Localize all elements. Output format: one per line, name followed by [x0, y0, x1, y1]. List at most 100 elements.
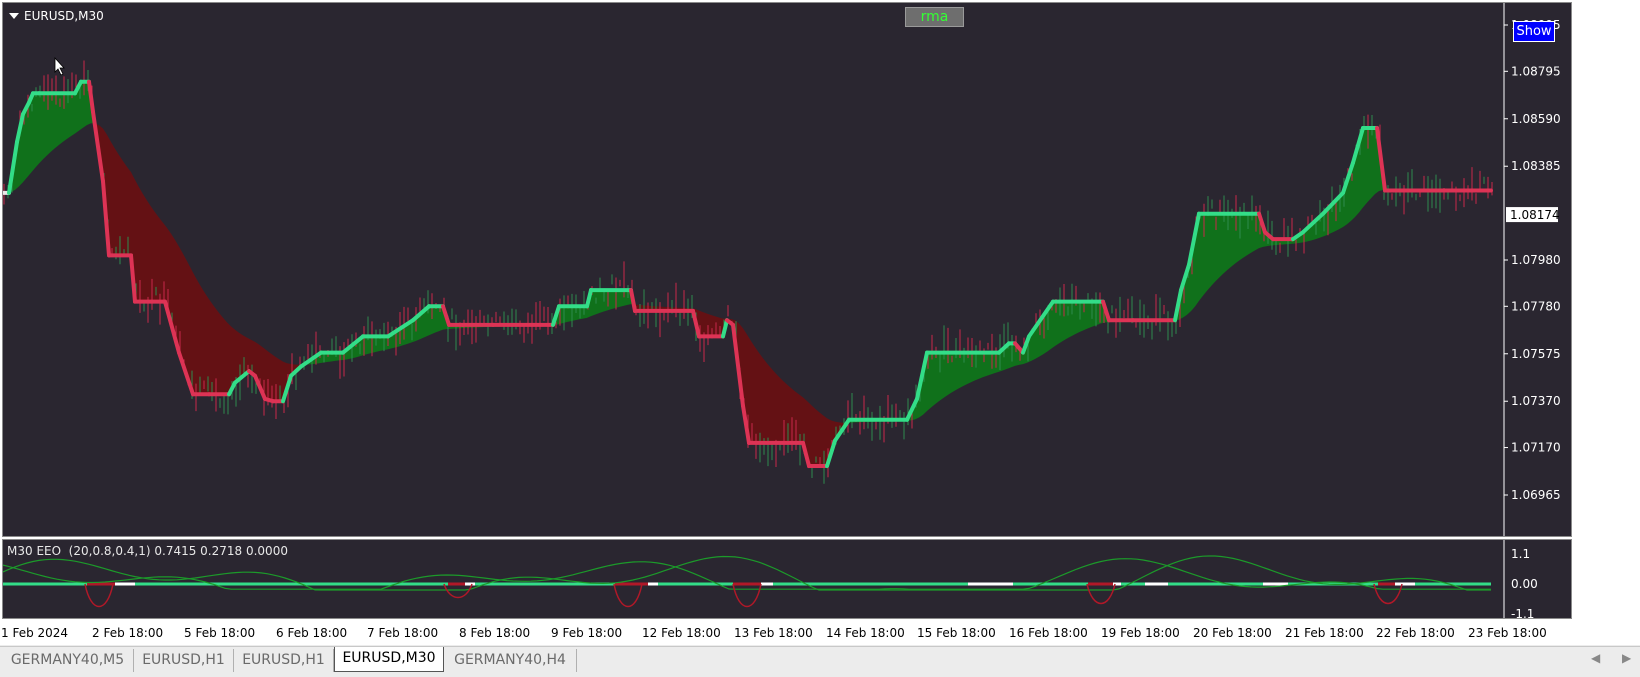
time-label: 5 Feb 18:00	[184, 626, 255, 640]
cloud-bull-segment	[1199, 214, 1203, 301]
cloud-bull-segment	[955, 353, 959, 391]
scroll-right-icon[interactable]: ▶	[1622, 651, 1631, 665]
cloud-bull-segment	[435, 306, 439, 332]
price-chart-pane[interactable]: 1.089951.087951.085901.083851.079801.077…	[2, 2, 1572, 537]
cloud-bull-segment	[987, 353, 991, 376]
cloud-bull-segment	[611, 290, 615, 309]
cloud-bear-segment	[195, 276, 199, 394]
cloud-bull-segment	[979, 353, 983, 379]
cloud-bear-segment	[779, 377, 783, 443]
time-label: 15 Feb 18:00	[917, 626, 996, 640]
oscillator-dip	[1374, 584, 1402, 604]
time-label: 20 Feb 18:00	[1193, 626, 1272, 640]
oscillator-dip	[733, 584, 761, 607]
cloud-bull-segment	[1223, 214, 1227, 274]
tab-eurusd-h1[interactable]: EURUSD,H1	[134, 649, 234, 672]
price-tick-label: 1.07575	[1511, 347, 1561, 361]
cloud-bear-segment	[147, 201, 151, 302]
cloud-bear-segment	[159, 218, 163, 302]
cloud-bear-segment	[767, 363, 771, 443]
cloud-bear-segment	[115, 149, 119, 256]
cloud-bull-segment	[43, 93, 47, 159]
cloud-bull-segment	[935, 353, 939, 405]
oscillator-dip	[85, 584, 113, 607]
cloud-bull-segment	[51, 93, 55, 151]
cloud-bull-segment	[1207, 214, 1211, 291]
symbol-text: EURUSD,M30	[24, 9, 104, 23]
cloud-bear-segment	[223, 318, 227, 395]
cloud-bull-segment	[1363, 128, 1367, 207]
cloud-bear-segment	[143, 194, 147, 302]
time-label: 6 Feb 18:00	[276, 626, 347, 640]
cloud-bull-segment	[943, 353, 947, 399]
tab-eurusd-h1-2[interactable]: EURUSD,H1	[234, 649, 334, 672]
oscillator-dip	[1087, 584, 1115, 604]
trend-cloud	[3, 82, 1491, 466]
price-tick-label: 1.07370	[1511, 394, 1561, 408]
indicator-tick-label: -1.1	[1511, 607, 1534, 618]
time-label: 9 Feb 18:00	[551, 626, 622, 640]
cloud-bull-segment	[567, 306, 571, 322]
show-button[interactable]: Show	[1513, 21, 1555, 42]
tab-eurusd-m30[interactable]: EURUSD,M30	[334, 647, 444, 672]
time-label: 16 Feb 18:00	[1009, 626, 1088, 640]
indicator-tick-label: 0.00	[1511, 577, 1538, 591]
price-tick-label: 1.08590	[1511, 112, 1561, 126]
cloud-bear-segment	[123, 161, 127, 255]
cloud-bear-segment	[183, 254, 187, 377]
time-label: 19 Feb 18:00	[1101, 626, 1180, 640]
time-label: 1 Feb 2024	[1, 626, 68, 640]
cloud-bull-segment	[1219, 214, 1223, 278]
cloud-bear-segment	[211, 302, 215, 394]
cloud-bear-segment	[755, 347, 759, 443]
price-tick-label: 1.08795	[1511, 64, 1561, 78]
time-axis: 1 Feb 2024 2 Feb 18:00 5 Feb 18:00 6 Feb 18…	[0, 620, 1640, 644]
indicator-label: M30 EEO (20,0.8,0.4,1) 0.7415 0.2718 0.0…	[7, 544, 288, 558]
collapse-triangle-icon[interactable]	[9, 13, 19, 19]
time-label: 2 Feb 18:00	[92, 626, 163, 640]
time-label: 14 Feb 18:00	[826, 626, 905, 640]
cloud-bear-segment	[219, 313, 223, 394]
price-tick-label: 1.08385	[1511, 159, 1561, 173]
cloud-bull-segment	[1231, 214, 1235, 267]
trend-line-segment	[631, 290, 635, 311]
oscillator-dip	[614, 584, 642, 607]
indicator-pane[interactable]: 1.1 0.00 -1.1 M30 EEO (20,0.8,0.4,1) 0.741…	[2, 539, 1572, 619]
cloud-bull-segment	[71, 93, 75, 136]
cloud-bull-segment	[1075, 302, 1079, 335]
cloud-bear-segment	[771, 368, 775, 443]
rma-button[interactable]: rma	[905, 7, 964, 27]
time-label: 7 Feb 18:00	[367, 626, 438, 640]
cloud-bull-segment	[619, 290, 623, 307]
time-label: 8 Feb 18:00	[459, 626, 530, 640]
cloud-bull-segment	[1371, 128, 1375, 198]
cloud-bear-segment	[759, 353, 763, 443]
scroll-left-icon[interactable]: ◀	[1591, 651, 1600, 665]
time-label: 21 Feb 18:00	[1285, 626, 1364, 640]
terminal-window: 1.089951.087951.085901.083851.079801.077…	[0, 0, 1640, 645]
tab-germany40-m5[interactable]: GERMANY40,M5	[2, 649, 134, 672]
cloud-bull-segment	[35, 93, 39, 168]
price-tick-label: 1.07170	[1511, 441, 1561, 455]
tab-germany40-h4[interactable]: GERMANY40,H4	[444, 649, 577, 672]
cloud-bear-segment	[763, 358, 767, 443]
indicator-tick-label: 1.1	[1511, 547, 1530, 561]
cloud-bear-segment	[775, 373, 779, 443]
price-tick-label: 1.07780	[1511, 299, 1561, 313]
cloud-bear-segment	[811, 405, 815, 466]
time-label: 22 Feb 18:00	[1376, 626, 1455, 640]
price-tick-label: 1.06965	[1511, 488, 1561, 502]
symbol-label[interactable]: EURUSD,M30	[9, 9, 104, 23]
time-label: 23 Feb 18:00	[1468, 626, 1547, 640]
time-label: 12 Feb 18:00	[642, 626, 721, 640]
cloud-bear-segment	[227, 322, 231, 394]
oscillator-dip	[444, 584, 472, 598]
cloud-bear-segment	[235, 330, 239, 383]
time-label: 13 Feb 18:00	[734, 626, 813, 640]
cloud-bull-segment	[931, 353, 935, 408]
price-chart-canvas[interactable]: 1.089951.087951.085901.083851.079801.077…	[3, 3, 1571, 536]
cloud-bear-segment	[203, 290, 207, 394]
cloud-bear-segment	[111, 142, 115, 255]
cloud-bull-segment	[1243, 214, 1247, 258]
cloud-bull-segment	[39, 93, 43, 163]
